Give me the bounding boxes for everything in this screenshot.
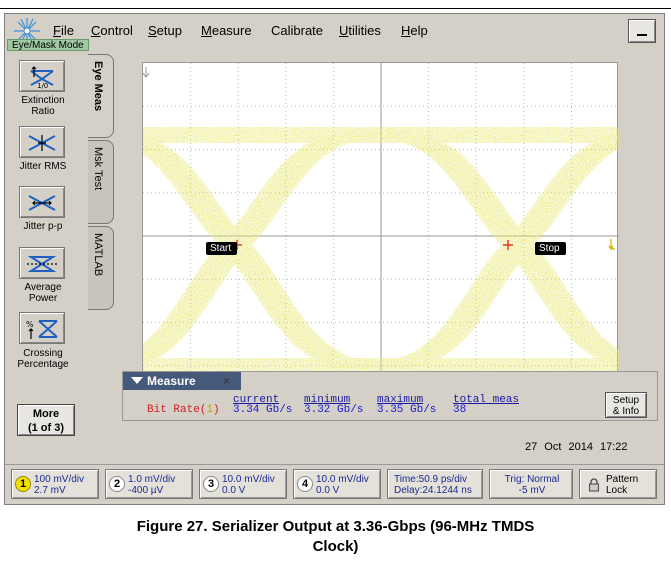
crossing-percentage-icon: %: [26, 320, 58, 339]
extinction-ratio-button[interactable]: 1/0: [19, 60, 65, 92]
trigger-level-marker: [608, 239, 615, 251]
average-power-icon: [27, 256, 57, 272]
time: 17:22: [600, 441, 628, 453]
status-bar: 1 100 mV/div 2.7 mV 2 1.0 mV/div -400 µV 3…: [5, 464, 664, 504]
mode-label: Eye/Mask Mode: [7, 39, 89, 51]
menu-control[interactable]: Control: [91, 23, 133, 38]
lock-icon: [589, 478, 599, 492]
tab-matlab[interactable]: MATLAB: [88, 226, 114, 310]
jitter-rms-icon: [28, 135, 56, 151]
measurement-toolbar: 1/0 Extinction Ratio Jitter RMS Jitter p…: [9, 54, 89, 439]
menu-setup[interactable]: Setup: [148, 23, 182, 38]
menu-bar: File Control Setup Measure Calibrate Uti…: [5, 14, 664, 50]
more-button-label: More: [32, 408, 60, 420]
date: 27 Oct 2014: [525, 441, 593, 453]
figure-caption-line-2: Clock): [312, 538, 359, 555]
extinction-ratio-icon: 1/0: [30, 66, 54, 89]
extinction-ratio-label: Extinction Ratio: [21, 95, 65, 117]
side-tab-strip: Eye Meas Msk Test MATLAB: [88, 54, 114, 344]
oscilloscope-window: File Control Setup Measure Calibrate Uti…: [4, 13, 665, 505]
crossing-percentage-button[interactable]: %: [19, 312, 65, 344]
channel-4-badge: 4: [297, 476, 313, 492]
jitter-pp-icon: [28, 195, 56, 211]
channel-2-badge: 2: [109, 476, 125, 492]
tab-eye-meas[interactable]: Eye Meas: [88, 54, 114, 138]
page-top-rule: [0, 8, 671, 9]
menu-utilities[interactable]: Utilities: [339, 23, 381, 38]
date-time: 27 Oct 2014 17:22: [525, 441, 628, 453]
jitter-rms-label: Jitter RMS: [19, 161, 67, 172]
channel-1-badge: 1: [15, 476, 31, 492]
menu-measure[interactable]: Measure: [201, 23, 252, 38]
trigger-setting[interactable]: Trig: Normal -5 mV: [489, 469, 573, 499]
figure-caption-line-1: Figure 27. Serializer Output at 3.36-Gbp…: [136, 518, 535, 535]
channel-4-setting[interactable]: 4 10.0 mV/div 0.0 V: [293, 469, 381, 499]
channel-2-setting[interactable]: 2 1.0 mV/div -400 µV: [105, 469, 193, 499]
stop-marker-label: Stop: [535, 242, 566, 255]
value-maximum: 3.35 Gb/s: [377, 404, 437, 416]
start-marker-label: Start: [206, 242, 238, 255]
measure-panel: Measure × current minimum maximum total …: [122, 371, 658, 421]
close-icon[interactable]: ×: [223, 374, 230, 388]
svg-text:1/0: 1/0: [37, 82, 48, 89]
measurement-name: Bit Rate(1): [147, 404, 220, 416]
menu-file[interactable]: File: [53, 23, 74, 38]
value-total-meas: 38: [453, 404, 467, 416]
svg-text:%: %: [26, 320, 34, 329]
crossing-percentage-label: Crossing Percentage: [17, 348, 69, 370]
jitter-pp-label: Jitter p-p: [23, 221, 63, 232]
more-button[interactable]: More (1 of 3): [17, 404, 75, 436]
tab-msk-test[interactable]: Msk Test: [88, 140, 114, 224]
menu-calibrate[interactable]: Calibrate: [271, 23, 323, 38]
channel-3-badge: 3: [203, 476, 219, 492]
pattern-lock-button[interactable]: Pattern Lock: [579, 469, 657, 499]
menu-help[interactable]: Help: [401, 23, 428, 38]
collapse-icon[interactable]: [131, 377, 143, 384]
channel-3-setting[interactable]: 3 10.0 mV/div 0.0 V: [199, 469, 287, 499]
value-current: 3.34 Gb/s: [233, 404, 293, 416]
channel-1-setting[interactable]: 1 100 mV/div 2.7 mV: [11, 469, 99, 499]
minimize-button[interactable]: [628, 19, 656, 43]
eye-diagram-plot: [143, 63, 619, 409]
jitter-rms-button[interactable]: [19, 126, 65, 158]
average-power-button[interactable]: [19, 247, 65, 279]
measure-tab-label: Measure: [147, 374, 196, 388]
eye-diagram-display[interactable]: Start Stop: [142, 62, 619, 409]
average-power-label: Average Power: [24, 282, 62, 304]
setup-info-button[interactable]: Setup & Info: [605, 392, 647, 418]
value-minimum: 3.32 Gb/s: [304, 404, 364, 416]
more-button-page: (1 of 3): [27, 422, 65, 434]
timebase-setting[interactable]: Time:50.9 ps/div Delay:24.1244 ns: [387, 469, 483, 499]
jitter-pp-button[interactable]: [19, 186, 65, 218]
ground-reference-marker: [143, 67, 150, 78]
